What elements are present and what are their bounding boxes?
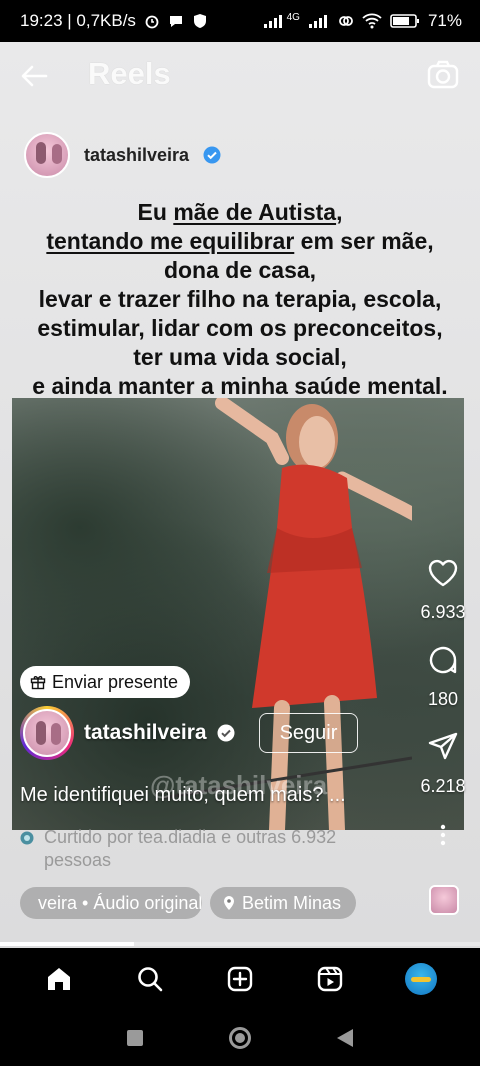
send-gift-button[interactable]: Enviar presente [20,666,191,698]
caption-line-7: e ainda manter a minha saúde mental. [32,373,448,399]
caption-line-5: estimular, lidar com os preconceitos, [37,315,443,341]
audio-tag[interactable]: veira • Áudio original [20,887,202,919]
add-post-icon [227,966,253,992]
shield-icon [193,14,206,28]
search-icon [137,967,162,992]
recents-square-icon[interactable] [126,1029,144,1047]
reel-caption[interactable]: Me identifiquei muito, quem mais? ... [20,784,412,807]
action-column: 6.933 180 6.218 [410,556,476,847]
post-caption-text: Eu mãe de Autista, tentando me equilibra… [0,198,480,401]
signal-icon [263,15,282,28]
top-bar: Reels [0,42,480,110]
wifi-icon [362,13,382,29]
nav-reels[interactable] [310,959,350,999]
share-count: 6.218 [420,776,466,796]
nav-profile[interactable] [401,959,441,999]
caption-line-4: levar e trazer filho na terapia, escola, [38,286,442,312]
alarm-icon [145,15,159,29]
caption-line-1: Eu mãe de Autista, [137,199,343,225]
share-action[interactable]: 6.218 [420,730,466,797]
heart-icon[interactable] [426,556,460,590]
status-right: 4G 71% [263,11,462,31]
caption-line-3: dona de casa, [163,257,317,283]
verified-badge-icon [217,724,235,742]
status-bar: 19:23 | 0,7KB/s 4G 71% [0,0,480,42]
author-avatar[interactable] [20,706,74,760]
camera-icon[interactable] [426,58,460,92]
liked-by-text: Curtido por tea.diadia e outras 6.932 pe… [44,827,337,870]
video-progress-fill [0,942,135,946]
battery-level: 71% [427,11,462,30]
bottom-navigation [0,948,480,1010]
audio-thumbnail[interactable] [429,885,459,915]
more-options-icon[interactable] [433,823,453,847]
battery-icon [390,14,419,28]
back-triangle-icon[interactable] [336,1028,354,1048]
comment-action[interactable]: 180 [426,643,460,710]
nav-search[interactable] [130,959,170,999]
author-username[interactable]: tatashilveira [84,721,207,745]
caption-line-6: ter uma vida social, [133,344,347,370]
chat-icon [169,16,182,27]
comment-icon[interactable] [426,643,460,677]
location-tag[interactable]: Betim Minas [210,887,356,919]
caption-line-2: tentando me equilibrar em ser mãe, [46,228,434,254]
woman-on-slackline-image [162,398,412,830]
status-time: 19:23 | 0,7KB/s [20,11,136,30]
network-type: 4G [286,11,300,23]
post-avatar [24,132,70,178]
page-title: Reels [88,56,171,91]
android-navigation [0,1010,480,1066]
link-icon [339,16,353,26]
reel-author-row: tatashilveira Seguir [20,706,359,760]
home-icon [48,968,71,990]
post-username: tatashilveira [84,144,190,165]
nav-home[interactable] [39,959,79,999]
reels-icon [318,966,343,992]
like-count: 6.933 [420,602,466,622]
comment-count: 180 [427,689,459,709]
send-icon[interactable] [426,730,460,764]
liked-by-row[interactable]: Curtido por tea.diadia e outras 6.932 pe… [20,826,400,872]
audio-tag-label: veira • Áudio original [38,892,202,913]
embedded-post-header: tatashilveira [24,132,221,178]
video-frame[interactable]: @tatashilveira [12,398,464,830]
status-left: 19:23 | 0,7KB/s [20,11,208,31]
send-gift-label: Enviar presente [52,671,179,692]
nav-create[interactable] [220,959,260,999]
location-tag-label: Betim Minas [242,892,342,913]
video-progress-bar[interactable] [0,942,480,946]
like-action[interactable]: 6.933 [420,556,466,623]
gift-icon [30,676,46,690]
location-pin-icon [224,896,234,910]
signal-2-icon [308,15,327,28]
verified-badge-icon [203,146,221,164]
profile-avatar [404,963,437,995]
liker-avatar-icon [20,831,34,845]
home-circle-icon[interactable] [228,1026,252,1050]
follow-button[interactable]: Seguir [258,713,359,753]
tags-row: veira • Áudio original Betim Minas [20,887,356,919]
back-arrow-icon[interactable] [18,60,50,92]
reel-viewer[interactable]: Reels tatashilveira Eu mãe de Autista, t… [0,42,480,948]
